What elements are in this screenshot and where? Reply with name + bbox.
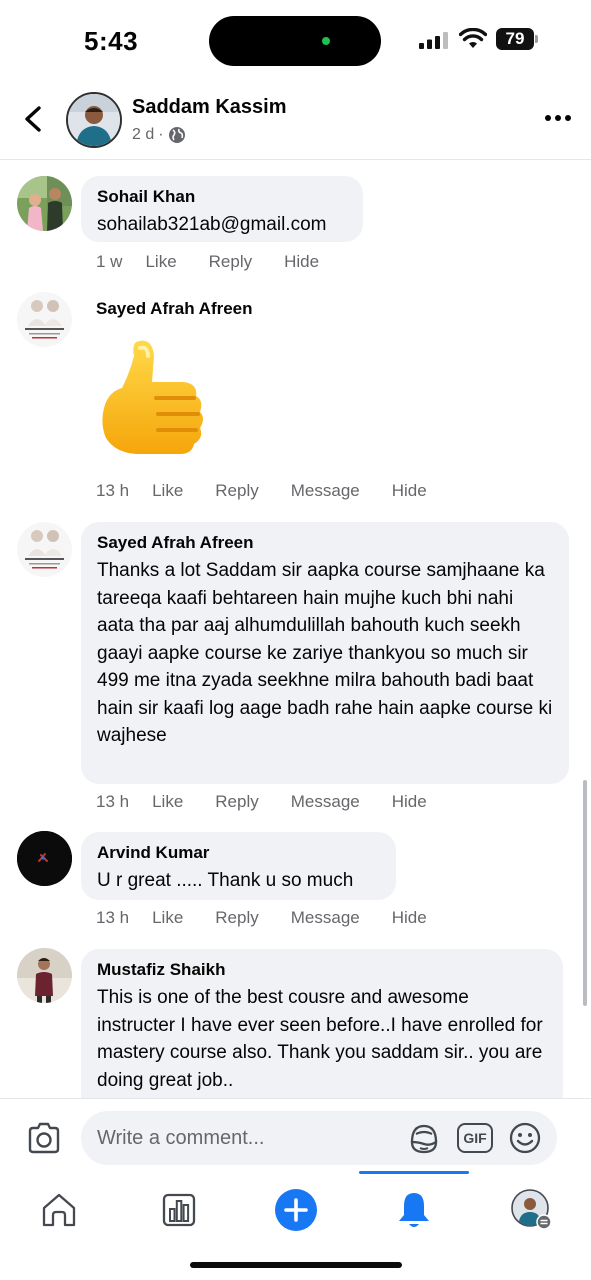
message-button[interactable]: Message — [291, 792, 360, 812]
comment-actions: 13 h Like Reply Message Hide — [96, 481, 459, 501]
post-author-name[interactable]: Saddam Kassim — [132, 96, 287, 119]
comment-text: U r great ..... Thank u so much — [97, 870, 354, 891]
commenter-avatar[interactable] — [17, 948, 72, 1003]
battery-indicator: 79 — [496, 28, 539, 50]
active-tab-indicator — [359, 1171, 469, 1174]
thumbs-up-sticker-icon — [102, 340, 203, 454]
cellular-signal-icon — [419, 32, 448, 49]
commenter-name[interactable]: Arvind Kumar — [97, 842, 380, 864]
like-button[interactable]: Like — [152, 481, 183, 501]
reply-button[interactable]: Reply — [215, 792, 258, 812]
tab-profile[interactable] — [508, 1188, 556, 1232]
emoji-icon[interactable] — [507, 1120, 543, 1156]
reply-button[interactable]: Reply — [209, 252, 252, 272]
comment-bubble[interactable]: Arvind Kumar U r great ..... Thank u so … — [81, 832, 396, 900]
commenter-avatar[interactable] — [17, 292, 72, 347]
globe-icon — [168, 127, 185, 143]
post-meta: 2 d · — [132, 126, 186, 144]
commenter-avatar[interactable] — [17, 522, 72, 577]
hide-button[interactable]: Hide — [284, 252, 319, 272]
gif-button[interactable]: GIF — [457, 1123, 493, 1153]
comment-text: sohailab321ab@gmail.com — [97, 214, 327, 235]
commenter-name[interactable]: Sohail Khan — [97, 186, 347, 208]
plus-icon — [275, 1189, 317, 1231]
bell-icon — [399, 1193, 429, 1227]
comment-time: 13 h — [96, 481, 130, 500]
like-button[interactable]: Like — [152, 792, 183, 812]
hide-button[interactable]: Hide — [392, 792, 427, 812]
gif-label: GIF — [463, 1130, 487, 1146]
comment-composer: GIF — [0, 1098, 591, 1174]
status-time: 5:43 — [84, 26, 139, 56]
commenter-avatar[interactable] — [17, 831, 72, 886]
avatar-sticker-icon[interactable] — [406, 1120, 442, 1156]
tab-notifications[interactable] — [390, 1188, 438, 1232]
post-age: 2 d — [132, 126, 155, 143]
hide-button[interactable]: Hide — [392, 908, 427, 928]
status-bar: 5:43 79 — [0, 0, 591, 80]
commenter-name[interactable]: Sayed Afrah Afreen — [96, 299, 253, 319]
tab-create[interactable] — [272, 1188, 320, 1232]
camera-indicator-dot — [322, 37, 330, 45]
scrollbar[interactable] — [583, 780, 587, 1006]
hide-button[interactable]: Hide — [392, 481, 427, 501]
home-indicator[interactable] — [190, 1262, 402, 1268]
comment-actions: 13 h Like Reply Message Hide — [96, 792, 459, 812]
tab-dashboard[interactable] — [155, 1188, 203, 1232]
post-header: Saddam Kassim 2 d · — [0, 80, 591, 160]
commenter-name[interactable]: Mustafiz Shaikh — [97, 959, 547, 981]
message-button[interactable]: Message — [291, 481, 360, 501]
commenter-name[interactable]: Sayed Afrah Afreen — [97, 532, 553, 554]
comment-time: 13 h — [96, 908, 130, 927]
back-arrow-icon[interactable] — [18, 102, 48, 136]
comment-time: 1 w — [96, 252, 123, 271]
comment-time: 13 h — [96, 792, 130, 811]
battery-level: 79 — [496, 28, 534, 50]
meta-separator: · — [158, 126, 164, 143]
home-icon — [42, 1193, 76, 1227]
like-button[interactable]: Like — [152, 908, 183, 928]
profile-avatar-icon — [511, 1189, 552, 1230]
reply-button[interactable]: Reply — [215, 908, 258, 928]
reply-button[interactable]: Reply — [215, 481, 258, 501]
wifi-icon — [459, 28, 487, 48]
message-button[interactable]: Message — [291, 908, 360, 928]
comment-bubble[interactable]: Sohail Khan sohailab321ab@gmail.com — [81, 176, 363, 242]
comment-text: This is one of the best cousre and aweso… — [97, 987, 543, 1091]
comment-bubble[interactable]: Sayed Afrah Afreen Thanks a lot Saddam s… — [81, 522, 569, 784]
camera-icon[interactable] — [26, 1122, 62, 1154]
comment-actions: 1 w Like Reply Hide — [96, 252, 351, 272]
like-button[interactable]: Like — [145, 252, 176, 272]
commenter-avatar[interactable] — [17, 176, 72, 231]
comment-text: Thanks a lot Saddam sir aapka course sam… — [97, 560, 553, 746]
more-options-icon[interactable] — [540, 108, 576, 128]
tab-home[interactable] — [35, 1188, 83, 1232]
comment-bubble[interactable]: Mustafiz Shaikh This is one of the best … — [81, 949, 563, 1099]
comment-actions: 13 h Like Reply Message Hide — [96, 908, 459, 928]
dynamic-island — [209, 16, 381, 66]
dashboard-icon — [162, 1193, 196, 1227]
author-avatar[interactable] — [66, 92, 122, 148]
bottom-tab-bar — [0, 1171, 591, 1280]
